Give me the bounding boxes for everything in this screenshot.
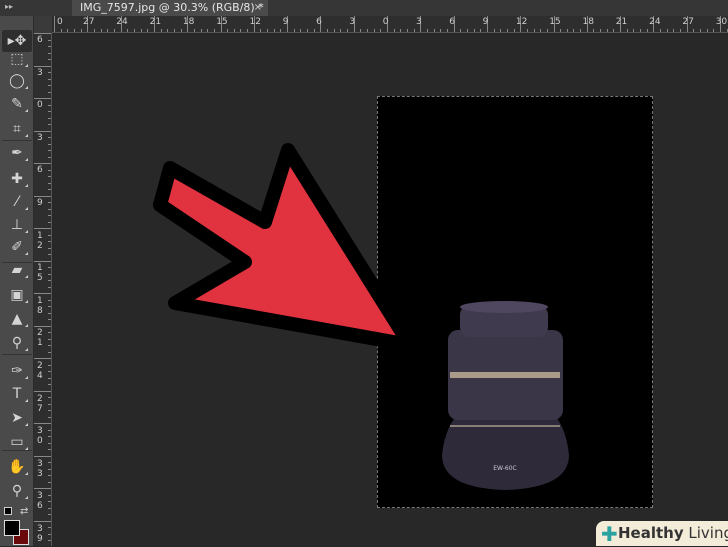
lens-hood-label: EW-60C xyxy=(493,465,516,472)
lens-image: EW-60C xyxy=(442,301,569,490)
watermark-bold: Healthy xyxy=(618,524,684,542)
artwork: EW-60C xyxy=(153,143,569,490)
healthy-living-icon: ✚ xyxy=(601,522,618,546)
red-arrow xyxy=(153,143,417,352)
watermark-text: Living xyxy=(688,524,728,542)
foreground-color-swatch[interactable] xyxy=(4,520,20,536)
watermark-logo: ✚Healthy Living xyxy=(596,521,728,546)
